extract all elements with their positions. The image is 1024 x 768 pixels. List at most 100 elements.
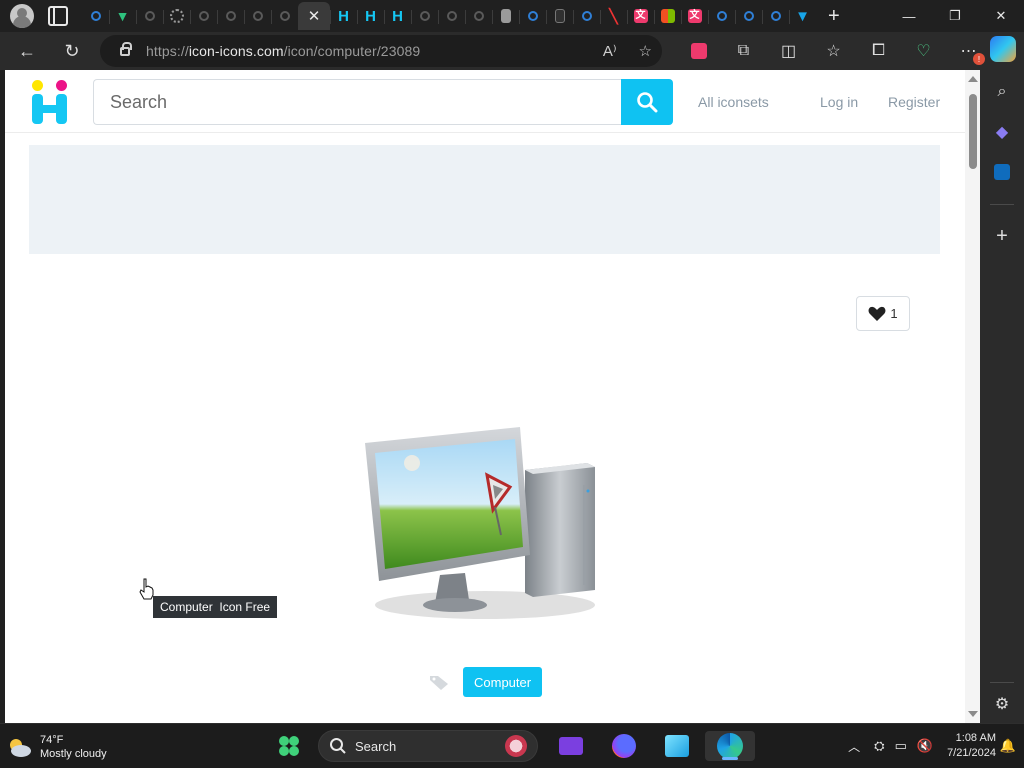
tab-search-11[interactable] (573, 2, 600, 30)
tab-search-12[interactable] (708, 2, 735, 30)
tab-search-13[interactable] (735, 2, 762, 30)
document-icon (500, 9, 511, 23)
tab-search-1[interactable] (82, 2, 109, 30)
volume-muted-icon[interactable]: 🔇 (917, 738, 933, 754)
sidebar-add-icon[interactable]: + (990, 224, 1014, 248)
scroll-up-arrow-icon[interactable] (968, 76, 978, 82)
icon-icons-favicon-icon: H (365, 7, 376, 25)
tab-document-2[interactable] (546, 2, 573, 30)
weather-widget[interactable]: 74°F Mostly cloudy (6, 733, 107, 761)
sidebar-outlook-icon[interactable] (990, 160, 1014, 184)
favorite-star-icon[interactable]: ☆ (639, 42, 652, 60)
search-icon (144, 11, 155, 21)
tab-document-1[interactable] (492, 2, 519, 30)
tab-red-slash[interactable]: ╲ (600, 2, 627, 30)
sidebar-settings-gear-icon[interactable]: ⚙ (990, 692, 1014, 716)
tab-search-7[interactable] (411, 2, 438, 30)
taskbar-clock[interactable]: 1:08 AM 7/21/2024 (947, 731, 996, 761)
collections-icon[interactable]: ⧠ (856, 36, 901, 66)
nav-register[interactable]: Register (888, 94, 940, 110)
tab-search-4[interactable] (217, 2, 244, 30)
show-hidden-icons-chevron-icon[interactable]: ︿ (848, 738, 860, 755)
taskbar-search-label: Search (355, 738, 397, 754)
nav-all-iconsets[interactable]: All iconsets (698, 94, 769, 110)
firefox-icon[interactable] (609, 731, 639, 761)
tab-search-8[interactable] (438, 2, 465, 30)
tab-active-current[interactable]: ✕ (298, 2, 330, 30)
taskbar-search-box[interactable]: Search (318, 730, 538, 762)
site-search-input[interactable] (93, 79, 621, 125)
tab-download[interactable]: ▼ (789, 2, 816, 30)
weather-condition: Mostly cloudy (40, 748, 107, 760)
tab-microsoft[interactable] (654, 2, 681, 30)
minimize-icon[interactable]: — (886, 0, 932, 32)
address-bar[interactable]: https://icon-icons.com/icon/computer/230… (100, 35, 662, 67)
refresh-icon[interactable]: ↻ (55, 36, 89, 66)
page-viewport: All iconsets Log in Register 1 (5, 70, 980, 723)
like-count: 1 (890, 306, 898, 321)
search-icon (716, 11, 727, 21)
tab-search-5[interactable] (244, 2, 271, 30)
file-explorer-icon[interactable] (556, 731, 586, 761)
search-icon (419, 11, 430, 21)
network-icon[interactable]: ▭ (895, 738, 907, 754)
tab-translate-2[interactable]: 文 (681, 2, 708, 30)
favorites-icon[interactable]: ☆ (811, 36, 856, 66)
site-search-button[interactable] (621, 79, 673, 125)
restore-icon[interactable]: ❐ (932, 0, 978, 32)
weather-temperature: 74°F (40, 734, 64, 746)
sidebar-copilot-icon[interactable]: ◆ (990, 120, 1014, 144)
split-screen-icon[interactable]: ◫ (766, 36, 811, 66)
read-aloud-icon[interactable]: A⁾ (603, 42, 617, 60)
icon-icons-favicon-icon: H (338, 7, 349, 25)
site-header: All iconsets Log in Register (5, 70, 965, 133)
scroll-down-arrow-icon[interactable] (968, 711, 978, 717)
tag-computer[interactable]: Computer (463, 667, 543, 697)
close-window-icon[interactable]: ✕ (978, 0, 1024, 32)
tab-actions-menu-icon[interactable] (48, 6, 68, 26)
tab-icon-icons-1[interactable]: H (330, 2, 357, 30)
toolbar-actions: ⧉ ◫ ☆ ⧠ ♡ ⋯! (676, 36, 991, 66)
tab-vee[interactable]: ▼ (109, 2, 136, 30)
tab-search-9[interactable] (465, 2, 492, 30)
icon-icons-logo[interactable] (30, 80, 70, 124)
back-arrow-icon[interactable]: ← (10, 36, 44, 66)
url-text[interactable]: https://icon-icons.com/icon/computer/230… (146, 43, 420, 59)
ad-banner (29, 145, 940, 254)
icon-tooltip: Computer Icon Free (153, 596, 278, 618)
sidebar-divider (990, 682, 1014, 683)
tab-icon-icons-3[interactable]: H (384, 2, 411, 30)
tab-search-3[interactable] (190, 2, 217, 30)
tab-translate-1[interactable]: 文 (627, 2, 654, 30)
like-button[interactable]: 1 (856, 296, 910, 331)
tab-settings[interactable] (163, 2, 190, 30)
scrollbar-thumb[interactable] (969, 94, 977, 169)
new-tab-plus-icon[interactable]: + (828, 5, 840, 28)
sidebar-search-icon[interactable]: ⌕ (990, 80, 1014, 104)
profile-avatar-icon[interactable] (10, 4, 34, 28)
extensions-puzzle-icon[interactable]: ⧉ (721, 36, 766, 66)
translate-extension-icon[interactable] (676, 36, 721, 66)
edge-browser-icon[interactable] (705, 731, 755, 761)
tab-search-6[interactable] (271, 2, 298, 30)
nav-login[interactable]: Log in (820, 94, 858, 110)
browser-essentials-heart-icon[interactable]: ♡ (901, 36, 946, 66)
search-icon (743, 11, 754, 21)
close-tab-icon[interactable]: ✕ (308, 7, 321, 25)
tab-icon-icons-2[interactable]: H (357, 2, 384, 30)
browser-toolbar: ← ↻ https://icon-icons.com/icon/computer… (0, 32, 1024, 70)
lock-icon[interactable] (120, 41, 132, 56)
copilot-icon[interactable] (990, 36, 1016, 62)
search-icon (198, 11, 209, 21)
tab-search-14[interactable] (762, 2, 789, 30)
notes-app-icon[interactable] (662, 731, 692, 761)
page-scrollbar[interactable] (965, 70, 980, 723)
tab-search-10[interactable] (519, 2, 546, 30)
accessibility-icon[interactable]: ⛭ (874, 738, 884, 754)
start-button-icon[interactable] (274, 731, 304, 761)
tab-search-2[interactable] (136, 2, 163, 30)
search-icon (252, 11, 263, 21)
notification-bell-icon[interactable]: 🔔 (1000, 738, 1016, 754)
settings-more-icon[interactable]: ⋯! (946, 36, 991, 66)
heart-icon (868, 306, 886, 321)
